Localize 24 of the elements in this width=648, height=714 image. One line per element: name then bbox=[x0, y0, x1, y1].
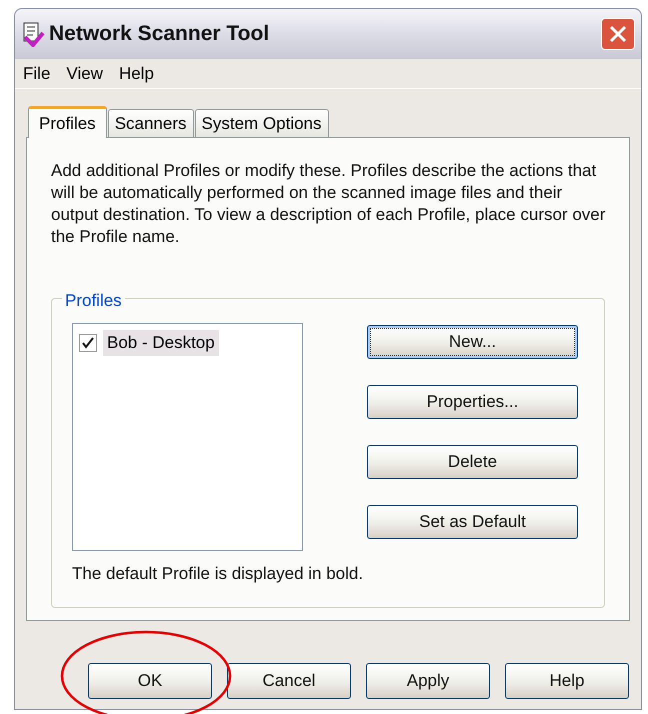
dialog-button[interactable]: Cancel bbox=[227, 663, 351, 699]
window-title: Network Scanner Tool bbox=[49, 21, 270, 48]
profile-list[interactable]: Bob - Desktop bbox=[72, 323, 303, 551]
tab[interactable]: Profiles bbox=[28, 106, 107, 138]
tab[interactable]: System Options bbox=[194, 109, 329, 137]
check-icon bbox=[82, 336, 94, 349]
dialog-button[interactable]: OK bbox=[88, 663, 212, 699]
scanner-app-icon bbox=[21, 21, 45, 47]
menu-item[interactable]: File bbox=[23, 60, 50, 86]
close-button[interactable] bbox=[601, 18, 635, 50]
dialog-button[interactable]: Help bbox=[505, 663, 629, 699]
menu-item[interactable]: View bbox=[66, 60, 103, 86]
action-button[interactable]: Properties... bbox=[367, 385, 578, 419]
profile-item[interactable]: Bob - Desktop bbox=[103, 330, 219, 356]
action-button[interactable]: New... bbox=[367, 325, 578, 359]
note-text: The default Profile is displayed in bold. bbox=[72, 563, 364, 585]
close-icon bbox=[609, 25, 627, 43]
menu-item[interactable]: Help bbox=[118, 60, 154, 86]
checkbox[interactable] bbox=[79, 334, 97, 352]
dialog-button[interactable]: Apply bbox=[366, 663, 490, 699]
action-button[interactable]: Delete bbox=[367, 445, 578, 479]
tab[interactable]: Scanners bbox=[108, 109, 194, 137]
description-text: Add additional Profiles or modify these. Profiles describe the actions that will be automatically performed on the scanned image files and their output destination. To view a description of each Profile, place cursor over the Profile name. bbox=[51, 160, 606, 248]
action-button[interactable]: Set as Default bbox=[367, 505, 578, 539]
